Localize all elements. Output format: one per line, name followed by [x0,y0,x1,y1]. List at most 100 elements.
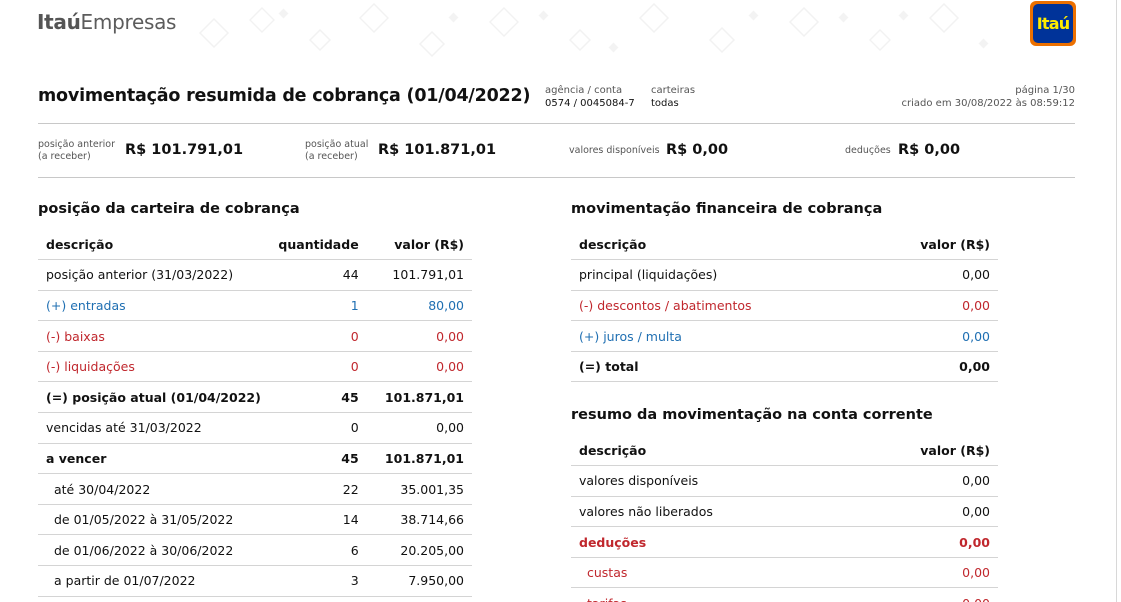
cell-valor: 0,00 [864,290,998,322]
table-row: deduções 0,00 [571,526,998,558]
deducoes-value: R$ 0,00 [898,142,961,158]
cell-quantidade: 22 [268,473,367,505]
cell-descricao: (-) baixas [38,320,269,352]
divider [38,123,1075,124]
cell-descricao: a vencer [38,443,269,475]
page-number: página 1/30 [1015,85,1075,96]
valores-disponiveis-value: R$ 0,00 [666,142,729,158]
cell-quantidade: 14 [268,504,367,536]
agencia-label: agência / conta [545,85,623,96]
cell-valor: 0,00 [366,351,472,383]
posicao-anterior-value: R$ 101.791,01 [125,142,244,158]
cell-descricao: até 30/04/2022 [38,473,269,505]
col-valor: valor (R$) [864,229,998,261]
table-row: principal (liquidações) 0,00 [571,259,998,291]
posicao-anterior-label: posição anterior (a receber) [38,139,115,163]
page-info: página 1/30 criado em 30/08/2022 às 08:5… [902,84,1075,110]
cell-valor: 0,00 [366,412,472,444]
cell-descricao: valores não liberados [571,496,843,528]
col-quantidade: quantidade [268,229,367,261]
posicao-anterior-label-1: posição anterior [38,139,115,150]
cell-valor: 101.791,01 [366,259,472,291]
decorative-pattern [199,3,989,57]
table-row: valores não liberados 0,00 [571,496,998,528]
table-row: (-) descontos / abatimentos 0,00 [571,290,998,322]
top-bar: ItaúEmpresas Itaú [0,0,1121,66]
col-valor: valor (R$) [366,229,472,261]
table-row: (=) posição atual (01/04/2022) 45 101.871,… [38,381,472,414]
table-header-row: descrição valor (R$) [571,435,998,467]
table-row: a vencer 45 101.871,01 [38,443,472,475]
cell-quantidade: 45 [268,443,367,475]
table-row: (=) total 0,00 [571,351,998,383]
cell-quantidade: 45 [268,381,367,414]
created-at: criado em 30/08/2022 às 08:59:12 [901,98,1075,109]
col-valor: valor (R$) [842,435,998,467]
cell-descricao: vencidas até 31/03/2022 [38,412,269,444]
table-row: posição anterior (31/03/2022) 44 101.791,0… [38,259,472,291]
cell-valor: 20.205,00 [366,534,472,567]
cell-valor: 0,00 [842,526,998,558]
brand-bold: Itaú [37,10,81,34]
cell-valor: 0,00 [864,351,998,383]
financeira-title: movimentação financeira de cobrança [571,201,883,217]
scrollbar-track[interactable] [1116,0,1117,602]
brand-name: ItaúEmpresas [37,10,176,34]
table-header-row: descrição quantidade valor (R$) [38,229,472,261]
table-row: de 01/06/2022 à 30/06/2022 6 20.205,00 [38,534,472,567]
cell-valor: 101.871,01 [366,443,472,475]
table-row: tarifas0,00 [571,587,998,602]
cell-valor: 0,00 [842,465,998,497]
cell-descricao: valores disponíveis [571,465,843,497]
cell-valor: 0,00 [366,320,472,352]
itau-logo-icon: Itaú [1030,1,1076,46]
table-row: (+) entradas 1 80,00 [38,290,472,322]
brand-rest: Empresas [80,10,177,34]
cell-descricao: (-) descontos / abatimentos [571,290,865,322]
cell-descricao: custas [571,557,843,589]
conta-corrente-table: descrição valor (R$) valores disponíveis… [571,435,998,602]
carteira-table: descrição quantidade valor (R$) posição … [38,229,472,597]
table-row: vencidas até 31/03/2022 0 0,00 [38,412,472,444]
posicao-atual-label-1: posição atual [305,139,369,150]
deducoes-label: deduções [845,145,891,156]
cell-quantidade: 0 [268,320,367,352]
cell-descricao: posição anterior (31/03/2022) [38,259,269,291]
col-descricao: descrição [571,229,865,261]
cell-descricao: deduções [571,526,843,558]
cell-descricao: de 01/05/2022 à 31/05/2022 [38,504,269,536]
table-row: (-) baixas 0 0,00 [38,320,472,352]
table-row: de 01/05/2022 à 31/05/2022 14 38.714,66 [38,504,472,536]
posicao-atual-value: R$ 101.871,01 [378,142,497,158]
page-title: movimentação resumida de cobrança (01/04… [38,86,531,106]
cell-valor: 0,00 [864,259,998,291]
cell-valor: 0,00 [842,587,998,602]
cell-descricao: de 01/06/2022 à 30/06/2022 [38,534,269,567]
carteiras-value: todas [651,98,679,109]
cell-valor: 0,00 [842,557,998,589]
cell-descricao: (-) liquidações [38,351,269,383]
cell-valor: 0,00 [864,320,998,352]
carteiras: carteiras todas [651,84,695,110]
cell-descricao: principal (liquidações) [571,259,865,291]
cell-quantidade: 0 [268,412,367,444]
posicao-atual-label: posição atual (a receber) [305,139,368,163]
carteiras-label: carteiras [651,85,696,96]
table-row: até 30/04/2022 22 35.001,35 [38,473,472,505]
cell-valor: 35.001,35 [366,473,472,505]
posicao-atual-label-2: (a receber) [305,151,358,162]
cell-descricao: tarifas [571,587,843,602]
col-descricao: descrição [38,229,269,261]
cell-valor: 38.714,66 [366,504,472,536]
cell-valor: 0,00 [842,496,998,528]
cell-valor: 7.950,00 [366,565,472,597]
carteira-title: posição da carteira de cobrança [38,201,300,217]
table-row: (-) liquidações 0 0,00 [38,351,472,383]
cell-quantidade: 0 [268,351,367,383]
table-row: custas 0,00 [571,557,998,589]
financeira-table: descrição valor (R$) principal (liquidaç… [571,229,998,383]
agencia-conta: agência / conta 0574 / 0045084-7 [545,84,635,110]
table-row: valores disponíveis 0,00 [571,465,998,497]
cell-descricao: (+) entradas [38,290,269,322]
cell-quantidade: 44 [268,259,367,291]
